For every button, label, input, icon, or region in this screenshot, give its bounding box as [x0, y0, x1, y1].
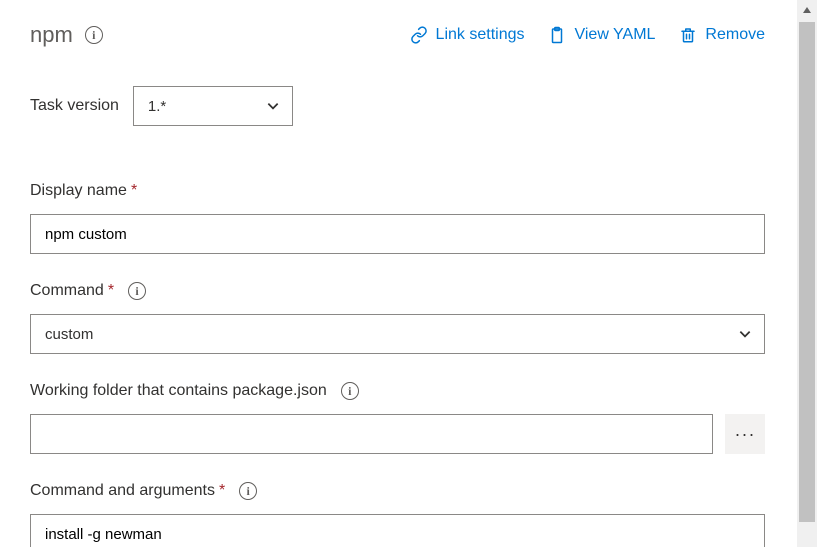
- link-settings-label: Link settings: [436, 26, 525, 44]
- link-settings-button[interactable]: Link settings: [410, 26, 525, 44]
- info-icon[interactable]: [85, 26, 103, 44]
- command-value: custom: [45, 326, 93, 343]
- view-yaml-label: View YAML: [574, 26, 655, 44]
- task-version-select[interactable]: 1.*: [133, 86, 293, 126]
- chevron-down-icon: [266, 99, 280, 113]
- clipboard-icon: [548, 26, 566, 44]
- scrollbar-thumb[interactable]: [799, 22, 815, 522]
- command-select[interactable]: custom: [30, 314, 765, 354]
- command-args-input[interactable]: [30, 514, 765, 547]
- chevron-down-icon: [738, 327, 752, 341]
- command-args-label: Command and arguments*: [30, 482, 225, 500]
- task-version-value: 1.*: [148, 98, 166, 115]
- link-icon: [410, 26, 428, 44]
- task-version-label: Task version: [30, 97, 119, 115]
- trash-icon: [679, 26, 697, 44]
- display-name-label: Display name*: [30, 182, 137, 200]
- scrollbar-track[interactable]: [797, 0, 817, 547]
- remove-button[interactable]: Remove: [679, 26, 765, 44]
- scroll-up-button[interactable]: [797, 0, 817, 20]
- view-yaml-button[interactable]: View YAML: [548, 26, 655, 44]
- page-title: npm: [30, 22, 73, 48]
- info-icon[interactable]: [341, 382, 359, 400]
- remove-label: Remove: [705, 26, 765, 44]
- browse-button[interactable]: ···: [725, 414, 765, 454]
- display-name-input[interactable]: [30, 214, 765, 254]
- working-folder-input[interactable]: [30, 414, 713, 454]
- info-icon[interactable]: [239, 482, 257, 500]
- info-icon[interactable]: [128, 282, 146, 300]
- command-label: Command*: [30, 282, 114, 300]
- working-folder-label: Working folder that contains package.jso…: [30, 382, 327, 400]
